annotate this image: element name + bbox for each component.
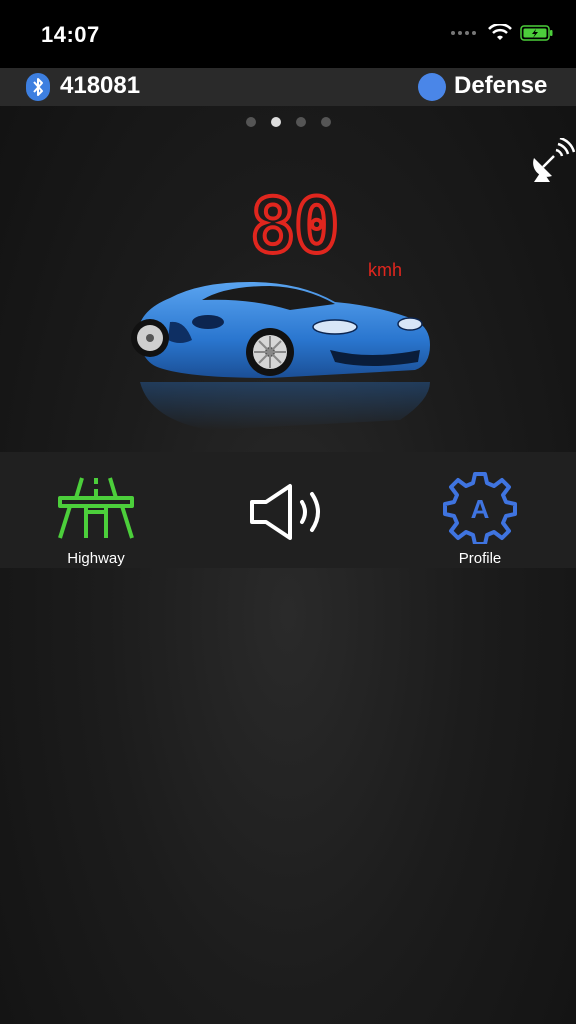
page-dot[interactable] (246, 117, 256, 127)
gear-icon: A (443, 472, 517, 546)
profile-button[interactable]: A Profile (440, 472, 520, 567)
device-bar: 418081 Defense (0, 68, 576, 106)
mode-indicator-dot (418, 73, 446, 101)
status-icons (451, 24, 554, 42)
battery-icon (520, 25, 553, 41)
status-bar: 14:07 (0, 0, 576, 68)
speed-display: 80 (248, 181, 360, 270)
mode-label[interactable]: Defense (454, 72, 547, 100)
highway-icon (58, 477, 134, 539)
device-id: 418081 (60, 72, 141, 99)
page-indicator[interactable] (246, 117, 331, 127)
highway-label: Highway (67, 550, 125, 567)
signal-icon (451, 31, 476, 35)
wifi-icon (488, 24, 512, 40)
page-dot[interactable] (296, 117, 306, 127)
status-time: 14:07 (41, 22, 100, 47)
speaker-icon (250, 484, 320, 540)
profile-label: Profile (458, 550, 502, 567)
car-illustration (131, 282, 430, 430)
highway-button[interactable]: Highway (56, 472, 136, 567)
page-dot[interactable] (321, 117, 331, 127)
profile-badge: A (471, 494, 490, 524)
bluetooth-icon[interactable] (26, 73, 50, 101)
speed-value: 80 (248, 181, 341, 270)
page-dot-active[interactable] (271, 117, 281, 127)
satellite-dish-icon[interactable] (528, 138, 576, 188)
quick-controls: Highway A Profile (0, 452, 576, 568)
sound-button[interactable] (246, 480, 330, 548)
